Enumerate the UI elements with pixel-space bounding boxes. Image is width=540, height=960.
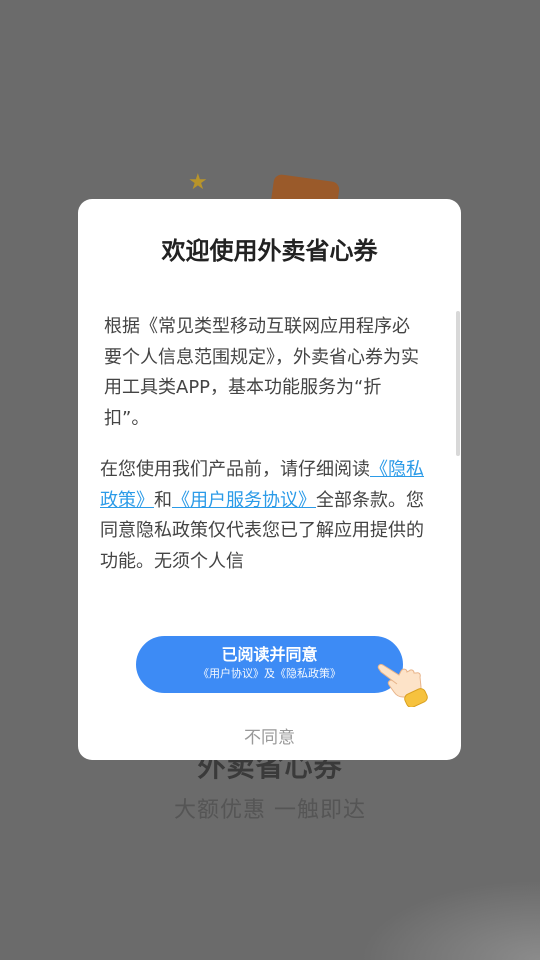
dialog-content-scroll[interactable]: 根据《常见类型移动互联网应用程序必要个人信息范围规定》，外卖省心券为实用工具类A…: [78, 299, 461, 579]
privacy-dialog: 欢迎使用外卖省心券 根据《常见类型移动互联网应用程序必要个人信息范围规定》，外卖…: [78, 199, 461, 760]
app-slogan: 大额优惠 一触即达: [174, 798, 366, 823]
content-scrollbar[interactable]: [456, 311, 460, 456]
agree-button-label: 已阅读并同意: [221, 645, 318, 664]
para2-prefix: 在您使用我们产品前，请仔细阅读: [100, 459, 370, 480]
dialog-title: 欢迎使用外卖省心券: [161, 237, 378, 265]
agree-button[interactable]: 已阅读并同意 《用户协议》及《隐私政策》: [136, 636, 403, 693]
policy-paragraph-2: 在您使用我们产品前，请仔细阅读《隐私政策》和《用户服务协议》全部条款。您同意隐私…: [100, 455, 426, 577]
decorative-glow: [360, 880, 540, 960]
star-icon: ★: [188, 170, 208, 195]
agree-button-sublabel: 《用户协议》及《隐私政策》: [198, 667, 341, 680]
user-agreement-link[interactable]: 《用户服务协议》: [172, 490, 316, 511]
pointing-hand-icon: [377, 664, 428, 707]
and-text: 和: [154, 489, 172, 511]
policy-paragraph-1: 根据《常见类型移动互联网应用程序必要个人信息范围规定》，外卖省心券为实用工具类A…: [104, 316, 419, 429]
disagree-button[interactable]: 不同意: [78, 723, 461, 748]
